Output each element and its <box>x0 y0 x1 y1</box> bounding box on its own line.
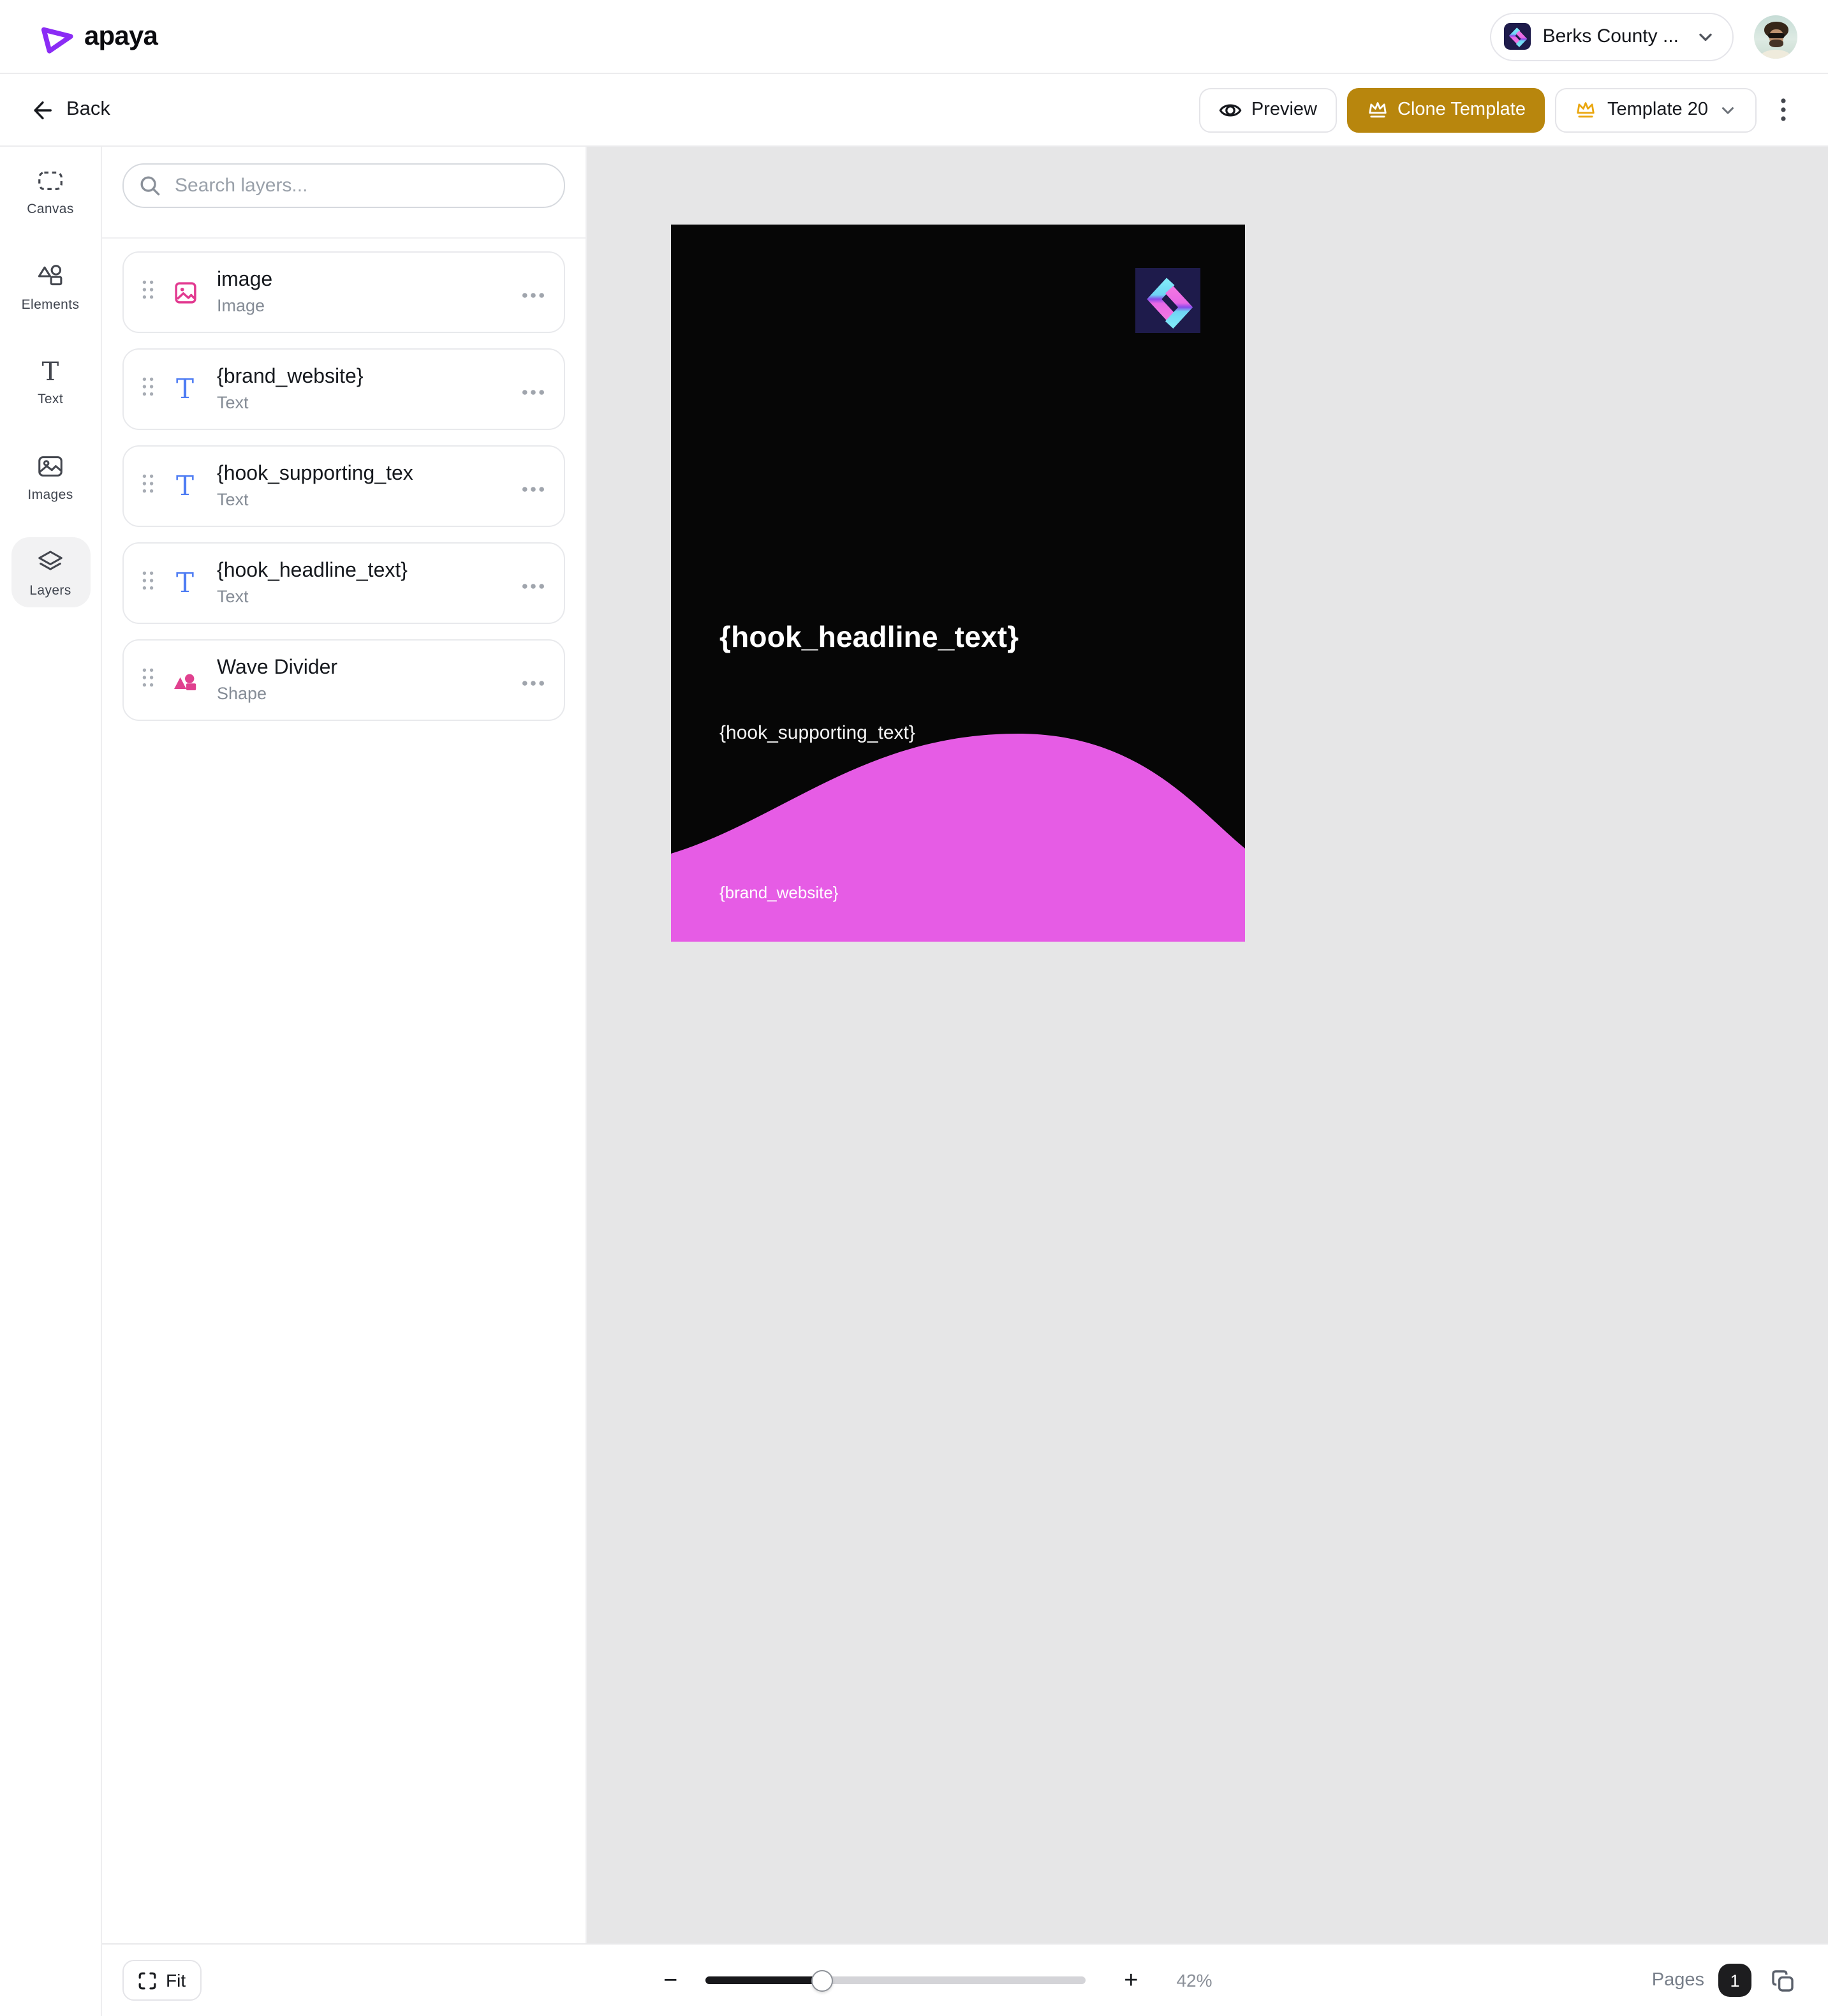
layer-name: {hook_supporting_tex <box>217 462 413 487</box>
zoom-percentage: 42% <box>1176 1970 1212 1990</box>
ellipsis-icon <box>522 582 545 589</box>
ellipsis-icon <box>522 679 545 686</box>
fit-label: Fit <box>166 1970 186 1990</box>
clone-template-button[interactable]: Clone Template <box>1346 87 1545 132</box>
preview-label: Preview <box>1251 100 1317 120</box>
crown-icon-gold <box>1574 98 1597 121</box>
layer-card-hook-headline-text[interactable]: T {hook_headline_text} Text <box>122 542 565 624</box>
layer-name: Wave Divider <box>217 656 337 681</box>
workspace-selector[interactable]: Berks County ... <box>1491 12 1734 61</box>
bottom-bar: Fit − + 42% Pages 1 <box>102 1943 1828 2016</box>
template-selector[interactable]: Template 20 <box>1555 87 1757 132</box>
layer-type: Text <box>217 392 364 413</box>
layer-card-wave-divider[interactable]: Wave Divider Shape <box>122 639 565 721</box>
workspace-logo-icon <box>1505 23 1531 50</box>
shape-layer-icon <box>168 668 202 692</box>
layer-menu-button[interactable] <box>519 374 547 404</box>
sidebar-item-text[interactable]: T Text <box>11 347 90 416</box>
elements-icon <box>36 262 65 291</box>
fit-screen-icon <box>138 1971 157 1990</box>
copy-icon <box>1771 1968 1795 1992</box>
app-window: apaya Berks County ... Back <box>0 0 1828 2016</box>
drag-handle-icon[interactable] <box>142 279 154 306</box>
layer-menu-button[interactable] <box>519 278 547 307</box>
crown-icon <box>1366 98 1389 121</box>
canvas-area[interactable]: {hook_headline_text} {hook_supporting_te… <box>587 147 1828 1943</box>
kebab-icon <box>1781 98 1786 121</box>
sidebar-item-canvas[interactable]: Canvas <box>11 156 90 226</box>
drag-handle-icon[interactable] <box>142 667 154 693</box>
text-layer-icon: T <box>168 569 202 597</box>
search-input[interactable] <box>172 174 549 198</box>
search-icon <box>139 175 161 196</box>
layer-card-hook-supporting-text[interactable]: T {hook_supporting_tex Text <box>122 445 565 527</box>
canvas-icon <box>36 166 65 195</box>
layer-name: {hook_headline_text} <box>217 559 408 584</box>
layer-name: {brand_website} <box>217 365 364 390</box>
arrow-left-icon <box>29 98 54 122</box>
clone-template-label: Clone Template <box>1397 100 1526 120</box>
ellipsis-icon <box>522 485 545 492</box>
workspace-name: Berks County ... <box>1543 26 1679 47</box>
layers-icon <box>36 547 65 577</box>
drag-handle-icon[interactable] <box>142 473 154 500</box>
pages-control: Pages 1 <box>1652 1964 1797 1997</box>
tool-sidebar: Canvas Elements T Text Images <box>0 147 102 2016</box>
layer-menu-button[interactable] <box>519 665 547 695</box>
layer-type: Image <box>217 295 272 316</box>
sidebar-item-elements[interactable]: Elements <box>11 251 90 322</box>
image-layer-icon <box>168 279 202 306</box>
back-label: Back <box>66 98 110 121</box>
wave-divider-shape[interactable] <box>671 225 1245 942</box>
page-count-badge[interactable]: 1 <box>1718 1964 1751 1997</box>
drag-handle-icon[interactable] <box>142 570 154 597</box>
sidebar-item-images[interactable]: Images <box>11 441 90 512</box>
layer-name: image <box>217 268 272 293</box>
layer-type: Shape <box>217 683 337 704</box>
zoom-out-button[interactable]: − <box>658 1966 682 1995</box>
more-options-button[interactable] <box>1767 87 1800 132</box>
layer-list: image Image T <box>102 239 586 734</box>
chevron-down-icon <box>1695 26 1716 47</box>
zoom-slider-fill <box>705 1976 822 1984</box>
pages-label: Pages <box>1652 1970 1704 1990</box>
duplicate-page-button[interactable] <box>1768 1966 1797 1995</box>
apaya-logo-icon <box>38 19 74 54</box>
brand-logo: apaya <box>38 19 158 54</box>
brand-name: apaya <box>84 21 158 52</box>
layer-card-image[interactable]: image Image <box>122 251 565 333</box>
user-avatar[interactable] <box>1754 15 1797 58</box>
ellipsis-icon <box>522 292 545 298</box>
text-layer-icon: T <box>168 472 202 500</box>
layer-type: Text <box>217 489 413 510</box>
fit-button[interactable]: Fit <box>122 1960 201 2001</box>
drag-handle-icon[interactable] <box>142 376 154 403</box>
template-artboard[interactable]: {hook_headline_text} {hook_supporting_te… <box>671 225 1245 942</box>
preview-button[interactable]: Preview <box>1199 87 1336 132</box>
back-button[interactable]: Back <box>27 93 113 127</box>
zoom-in-button[interactable]: + <box>1119 1966 1143 1995</box>
sidebar-item-layers[interactable]: Layers <box>11 537 90 607</box>
images-icon <box>36 452 65 481</box>
template-name: Template 20 <box>1607 100 1708 120</box>
layer-type: Text <box>217 586 408 607</box>
eye-icon <box>1218 98 1242 122</box>
layer-card-brand-website[interactable]: T {brand_website} Text <box>122 348 565 430</box>
layers-panel: image Image T <box>102 147 587 1943</box>
zoom-controls: − + 42% <box>658 1945 1213 2016</box>
zoom-slider[interactable] <box>705 1976 1086 1984</box>
text-icon: T <box>42 357 59 385</box>
chevron-down-icon <box>1718 100 1737 119</box>
layers-search[interactable] <box>122 163 565 208</box>
layer-menu-button[interactable] <box>519 568 547 598</box>
ellipsis-icon <box>522 389 545 395</box>
editor-toolbar: Back Preview Clone Template Template 20 <box>0 74 1828 147</box>
layer-menu-button[interactable] <box>519 471 547 501</box>
top-header: apaya Berks County ... <box>0 0 1828 74</box>
zoom-slider-thumb[interactable] <box>811 1969 833 1991</box>
text-layer-icon: T <box>168 375 202 403</box>
brand-website-text[interactable]: {brand_website} <box>719 883 839 902</box>
